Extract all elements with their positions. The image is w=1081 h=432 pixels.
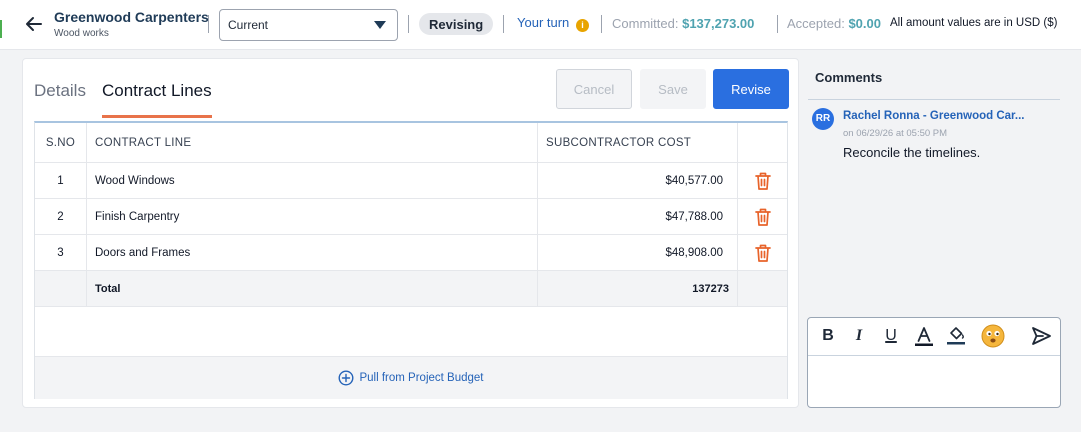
trash-icon xyxy=(754,244,771,262)
row-cost: $48,908.00 xyxy=(538,235,738,270)
fill-color-icon xyxy=(947,327,965,345)
trash-icon xyxy=(754,208,771,226)
total-label: Total xyxy=(87,271,538,306)
column-header-line: CONTRACT LINE xyxy=(87,123,538,162)
avatar: RR xyxy=(812,108,834,130)
info-icon[interactable]: i xyxy=(576,19,589,32)
row-contract-line: Wood Windows xyxy=(87,163,538,198)
table-row: 2 Finish Carpentry $47,788.00 xyxy=(35,199,787,235)
vendor-name: Greenwood Carpenters xyxy=(54,9,209,25)
trash-icon xyxy=(754,172,771,190)
divider xyxy=(601,15,602,33)
version-select-value: Current xyxy=(228,18,269,32)
committed-amount: Committed: $137,273.00 xyxy=(612,16,754,31)
fill-color-button[interactable] xyxy=(945,324,967,348)
turn-indicator: Your turn xyxy=(517,15,570,30)
row-cost: $40,577.00 xyxy=(538,163,738,198)
vendor-info: Greenwood Carpenters Wood works xyxy=(54,9,209,39)
save-button[interactable]: Save xyxy=(640,69,706,109)
row-sno: 2 xyxy=(35,199,87,234)
row-sno: 3 xyxy=(35,235,87,270)
accepted-label: Accepted: xyxy=(787,16,845,31)
row-contract-line: Finish Carpentry xyxy=(87,199,538,234)
table-row: 3 Doors and Frames $48,908.00 xyxy=(35,235,787,271)
send-button[interactable] xyxy=(1028,324,1054,348)
version-select[interactable]: Current xyxy=(219,9,398,41)
bold-button[interactable]: B xyxy=(817,324,839,348)
revise-button[interactable]: Revise xyxy=(713,69,789,109)
currency-note: All amount values are in USD ($) xyxy=(890,17,1058,29)
tab-details[interactable]: Details xyxy=(34,81,86,101)
underline-button[interactable]: U xyxy=(880,324,902,348)
delete-row-button[interactable] xyxy=(738,235,787,270)
comments-divider xyxy=(808,99,1060,100)
page-header: Greenwood Carpenters Wood works Current … xyxy=(0,0,1081,50)
send-icon xyxy=(1032,327,1051,345)
table-total-row: Total 137273 xyxy=(35,271,787,307)
row-contract-line: Doors and Frames xyxy=(87,235,538,270)
editor-toolbar: B I U xyxy=(808,318,1060,356)
divider xyxy=(208,15,209,33)
vendor-subtitle: Wood works xyxy=(54,28,109,39)
contract-lines-table: S.NO CONTRACT LINE SUBCONTRACTOR COST 1 … xyxy=(34,121,788,399)
emoji-button[interactable] xyxy=(980,324,1006,348)
column-header-sno: S.NO xyxy=(35,123,87,162)
accepted-value: $0.00 xyxy=(848,16,881,31)
row-sno: 1 xyxy=(35,163,87,198)
table-row: 1 Wood Windows $40,577.00 xyxy=(35,163,787,199)
tab-contract-lines[interactable]: Contract Lines xyxy=(102,81,212,101)
caret-down-icon xyxy=(374,21,386,29)
divider xyxy=(408,15,409,33)
pull-from-budget-button[interactable]: Pull from Project Budget xyxy=(35,356,787,399)
back-button[interactable] xyxy=(22,12,46,36)
text-color-button[interactable] xyxy=(913,324,935,348)
italic-button[interactable]: I xyxy=(848,324,870,348)
active-tab-indicator xyxy=(102,115,212,118)
status-badge: Revising xyxy=(419,13,494,35)
delete-row-button[interactable] xyxy=(738,199,787,234)
arrow-left-icon xyxy=(26,17,42,31)
total-value: 137273 xyxy=(538,271,738,306)
total-sno xyxy=(35,271,87,306)
comments-title: Comments xyxy=(815,70,883,85)
committed-value: $137,273.00 xyxy=(682,16,755,31)
accent-line xyxy=(0,20,2,38)
delete-row-button[interactable] xyxy=(738,163,787,198)
comment-text: Reconcile the timelines. xyxy=(843,145,981,160)
text-color-icon xyxy=(915,327,933,346)
accepted-amount: Accepted: $0.00 xyxy=(787,16,881,31)
divider xyxy=(777,15,778,33)
emoji-icon xyxy=(981,324,1005,348)
column-header-cost: SUBCONTRACTOR COST xyxy=(538,123,738,162)
pull-from-budget-label: Pull from Project Budget xyxy=(359,372,484,384)
plus-circle-icon xyxy=(338,370,354,386)
contract-card: Details Contract Lines Cancel Save Revis… xyxy=(22,58,799,408)
total-actions xyxy=(738,271,787,306)
column-header-actions xyxy=(738,123,787,162)
comment-timestamp: on 06/29/26 at 05:50 PM xyxy=(843,128,948,139)
cancel-button[interactable]: Cancel xyxy=(556,69,632,109)
comment-author[interactable]: Rachel Ronna - Greenwood Car... xyxy=(843,110,1024,122)
divider xyxy=(503,15,504,33)
table-header-row: S.NO CONTRACT LINE SUBCONTRACTOR COST xyxy=(35,123,787,163)
committed-label: Committed: xyxy=(612,16,679,31)
comment-editor[interactable]: B I U xyxy=(807,317,1061,408)
row-cost: $47,788.00 xyxy=(538,199,738,234)
